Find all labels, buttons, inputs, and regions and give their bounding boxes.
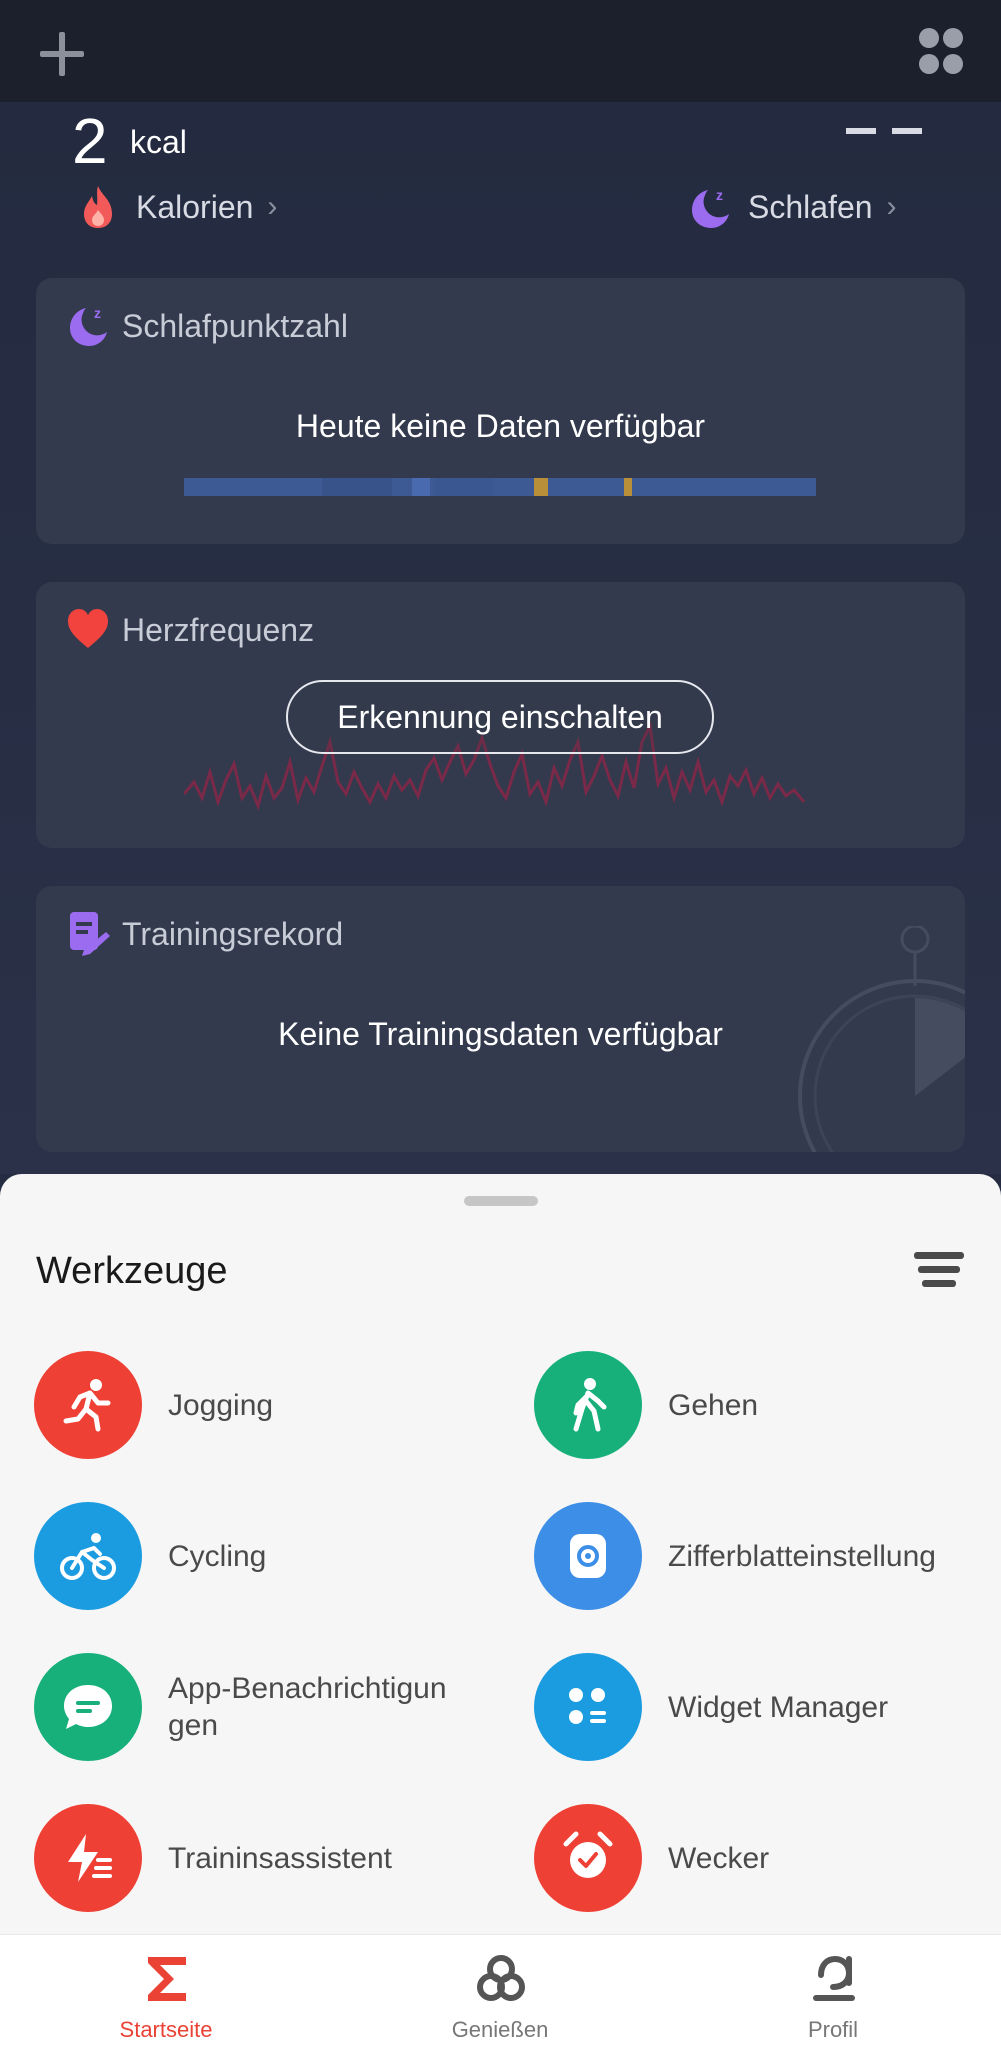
tool-widget-manager[interactable]: Widget Manager <box>534 1652 994 1762</box>
tool-label: Cycling <box>168 1539 267 1573</box>
tool-label: App-Benachrichtigun gen <box>168 1670 447 1744</box>
chat-icon <box>34 1653 142 1761</box>
running-icon <box>34 1351 142 1459</box>
training-record-title: Trainingsrekord <box>122 916 344 952</box>
cycling-icon <box>34 1502 142 1610</box>
tool-walking[interactable]: Gehen <box>534 1350 994 1460</box>
svg-text:z: z <box>716 187 723 203</box>
tool-training-assistant[interactable]: Traininsassistent <box>34 1803 474 1913</box>
alarm-icon <box>534 1804 642 1912</box>
moon-icon: z <box>70 305 107 346</box>
tool-label: Widget Manager <box>668 1690 889 1724</box>
sleep-score-card[interactable]: z Schlafpunktzahl Heute keine Daten verf… <box>36 278 965 544</box>
sigma-icon <box>148 1957 186 2001</box>
sleep-link[interactable]: z Schlafen › <box>688 182 897 232</box>
heart-rate-card[interactable]: Herzfrequenz Erkennung einschalten <box>36 582 965 848</box>
heart-rate-title: Herzfrequenz <box>122 612 315 648</box>
tool-watchface[interactable]: Zifferblatteinstellung <box>534 1501 994 1611</box>
calories-link[interactable]: Kalorien › <box>76 182 277 232</box>
chevron-right-icon: › <box>886 190 897 223</box>
tool-label: Wecker <box>668 1841 770 1875</box>
training-record-card[interactable]: Trainingsrekord Keine Trainingsdaten ver… <box>36 886 965 1152</box>
walking-icon <box>534 1351 642 1459</box>
nav-profile[interactable]: Profil <box>733 1935 933 2048</box>
tool-cycling[interactable]: Cycling <box>34 1501 474 1611</box>
tool-app-notifications[interactable]: App-Benachrichtigun gen <box>34 1652 474 1762</box>
tools-title: Werkzeuge <box>36 1250 228 1292</box>
calories-unit: kcal <box>130 124 187 160</box>
calories-label: Kalorien <box>136 188 254 225</box>
enable-detection-button[interactable]: Erkennung einschalten <box>286 680 714 754</box>
tool-label: Jogging <box>168 1388 274 1422</box>
sheet-drag-handle[interactable] <box>464 1196 538 1206</box>
watchface-icon <box>534 1502 642 1610</box>
widget-icon <box>534 1653 642 1761</box>
plus-icon[interactable] <box>38 30 86 78</box>
nav-home-label: Startseite <box>119 2017 213 2042</box>
chevron-right-icon: › <box>267 190 278 223</box>
sleep-stage-bar <box>184 478 816 496</box>
sleep-score-title: Schlafpunktzahl <box>122 308 348 344</box>
heart-icon <box>68 609 108 648</box>
menu-icon[interactable] <box>914 1248 964 1292</box>
sleep-score-message: Heute keine Daten verfügbar <box>295 408 706 444</box>
top-bar <box>0 0 1001 102</box>
svg-text:z: z <box>94 305 101 321</box>
tool-label-line: App-Benachrichtigun <box>168 1672 447 1705</box>
flame-icon <box>84 186 112 228</box>
training-record-icon <box>70 912 110 956</box>
nav-enjoy[interactable]: Genießen <box>400 1935 600 2048</box>
nav-profile-label: Profil <box>807 2017 859 2042</box>
tool-alarm[interactable]: Wecker <box>534 1803 994 1913</box>
moon-icon: z <box>692 187 729 228</box>
nav-home[interactable]: Startseite <box>66 1935 266 2048</box>
tool-label: Gehen <box>668 1388 759 1422</box>
tool-label: Traininsassistent <box>168 1841 392 1875</box>
sleep-label: Schlafen <box>748 188 873 225</box>
calories-value: 2 <box>72 105 108 177</box>
tool-jogging[interactable]: Jogging <box>34 1350 474 1460</box>
enjoy-icon <box>477 1955 525 2001</box>
sleep-value-placeholder <box>846 128 922 134</box>
profile-icon <box>813 1955 855 2001</box>
tool-label: Zifferblatteinstellung <box>668 1539 936 1573</box>
tools-sheet: Werkzeuge Jogging Gehen Cycling Zifferbl… <box>0 1174 1001 1934</box>
training-assistant-icon <box>34 1804 142 1912</box>
tool-label-line: gen <box>168 1709 219 1742</box>
nav-enjoy-label: Genießen <box>451 2017 549 2042</box>
bottom-navigation: Startseite Genießen Profil <box>0 1934 1001 2048</box>
grid-icon[interactable] <box>918 26 964 76</box>
stopwatch-icon <box>798 926 965 1152</box>
